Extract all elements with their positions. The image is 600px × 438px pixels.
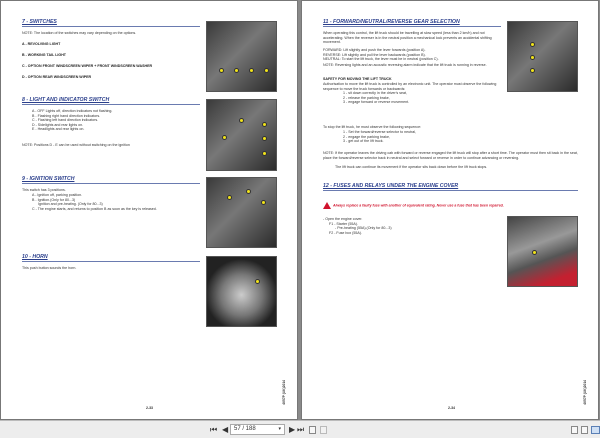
list: 1 - sit down correctly in the driver's s… xyxy=(333,91,409,105)
continuous-view-icon[interactable] xyxy=(581,426,588,434)
list: 1 - Set the forward/reverse selector to … xyxy=(333,130,416,144)
single-page-view-icon[interactable] xyxy=(571,426,578,434)
chevron-down-icon: ▾ xyxy=(278,426,281,432)
list-item: F2 - Fuse box (55A). xyxy=(329,230,362,235)
section-12-heading: 12 - FUSES AND RELAYS UNDER THE ENGINE C… xyxy=(323,183,578,191)
safety-title: SAFETY FOR MOVING THE LIFT TRUCK xyxy=(323,77,392,81)
list-item: 3 - engage forward or reverse movement. xyxy=(343,100,410,105)
page-field-value: 57 / 188 xyxy=(234,426,256,432)
paragraph: When operating this control, the lift tr… xyxy=(323,31,492,45)
switches-photo xyxy=(206,21,277,92)
previous-page-button[interactable]: ◀ xyxy=(222,425,228,434)
switch-item: D - OPTION REAR WINDSCREEN WIPER xyxy=(22,75,92,79)
last-page-button[interactable]: ⏭ xyxy=(297,425,304,435)
page-number: 2-34 xyxy=(448,406,456,410)
left-page: 7 - SWITCHES NOTE: The location of the s… xyxy=(0,0,298,420)
paragraph: To stop the lift truck, he must observe … xyxy=(323,125,422,129)
warning: Always replace a faulty fuse with anothe… xyxy=(323,202,504,209)
doc-code: 4057P (UK)2014 xyxy=(282,380,286,405)
warning-icon xyxy=(323,202,331,209)
note: The lift truck can continue its movement… xyxy=(335,165,488,169)
list-item: NEUTRAL: To start the lift truck, the le… xyxy=(323,57,439,62)
section-9-heading: 9 - IGNITION SWITCH xyxy=(22,176,200,184)
right-page: 11 - FORWARD/NEUTRAL/REVERSE GEAR SELECT… xyxy=(301,0,599,420)
paragraph: Authorisation to move the lift truck is … xyxy=(323,82,497,91)
section-8-heading: 8 - LIGHT AND INDICATOR SWITCH xyxy=(22,97,200,105)
switch-item: A - REVOLVING LIGHT xyxy=(22,42,61,46)
horn-text: This push button sounds the horn. xyxy=(22,266,77,270)
navigation-toolbar: ⏮ ◀ 57 / 188 ▾ ▶ ⏭ xyxy=(0,420,600,438)
list-item: 3 - get out of the lift truck. xyxy=(343,139,384,144)
note: NOTE: The location of the switches may v… xyxy=(22,31,137,35)
note: NOTE: Reversing lights and an acoustic r… xyxy=(323,63,487,67)
section-11-heading: 11 - FORWARD/NEUTRAL/REVERSE GEAR SELECT… xyxy=(323,19,501,27)
list: FORWARD: Lift slightly and push the leve… xyxy=(323,48,439,62)
section-7-heading: 7 - SWITCHES xyxy=(22,19,200,27)
list: A - Ignition off, parking position. B - … xyxy=(22,193,157,211)
warning-text: Always replace a faulty fuse with anothe… xyxy=(333,203,504,208)
next-page-button[interactable]: ▶ xyxy=(289,425,295,434)
list: - Open the engine cover. F1 - Starter (5… xyxy=(323,217,392,235)
list-item: C - The engine starts, and returns to po… xyxy=(32,206,157,211)
fuses-photo xyxy=(507,216,578,287)
intro: This switch has 3 positions. xyxy=(22,188,66,192)
rotate-page-icon-2[interactable] xyxy=(320,426,327,434)
page-number-field[interactable]: 57 / 188 ▾ xyxy=(230,424,285,435)
list-item: 1 - sit down correctly in the driver's s… xyxy=(343,91,407,95)
light-switch-photo xyxy=(206,99,277,171)
doc-code: 4057P (UK)2014 xyxy=(583,380,587,405)
first-page-button[interactable]: ⏮ xyxy=(210,425,217,435)
rotate-page-icon[interactable] xyxy=(309,426,316,434)
note: NOTE: If the operator leaves the driving… xyxy=(323,151,578,160)
list-item: E - Headlights and rear lights on. xyxy=(32,127,85,132)
section-10-heading: 10 - HORN xyxy=(22,254,200,262)
note: NOTE: Positions D - E can be used withou… xyxy=(22,143,130,147)
gear-selector-photo xyxy=(507,21,578,92)
list-item: 1 - Set the forward/reverse selector to … xyxy=(343,130,417,134)
horn-photo xyxy=(206,256,277,327)
two-page-view-icon[interactable] xyxy=(591,426,600,434)
switch-item: C - OPTION FRONT WINDSCREEN WIPER + FRON… xyxy=(22,64,153,68)
list-item: FORWARD: Lift slightly and push the leve… xyxy=(323,48,426,52)
switch-item: B - WORKING TAIL LIGHT xyxy=(22,53,66,57)
page-number: 2-33 xyxy=(146,406,154,410)
list: A - OFF Lights off, direction indicators… xyxy=(22,109,112,132)
list-item: A - OFF Lights off, direction indicators… xyxy=(32,109,113,113)
ignition-photo xyxy=(206,177,277,248)
